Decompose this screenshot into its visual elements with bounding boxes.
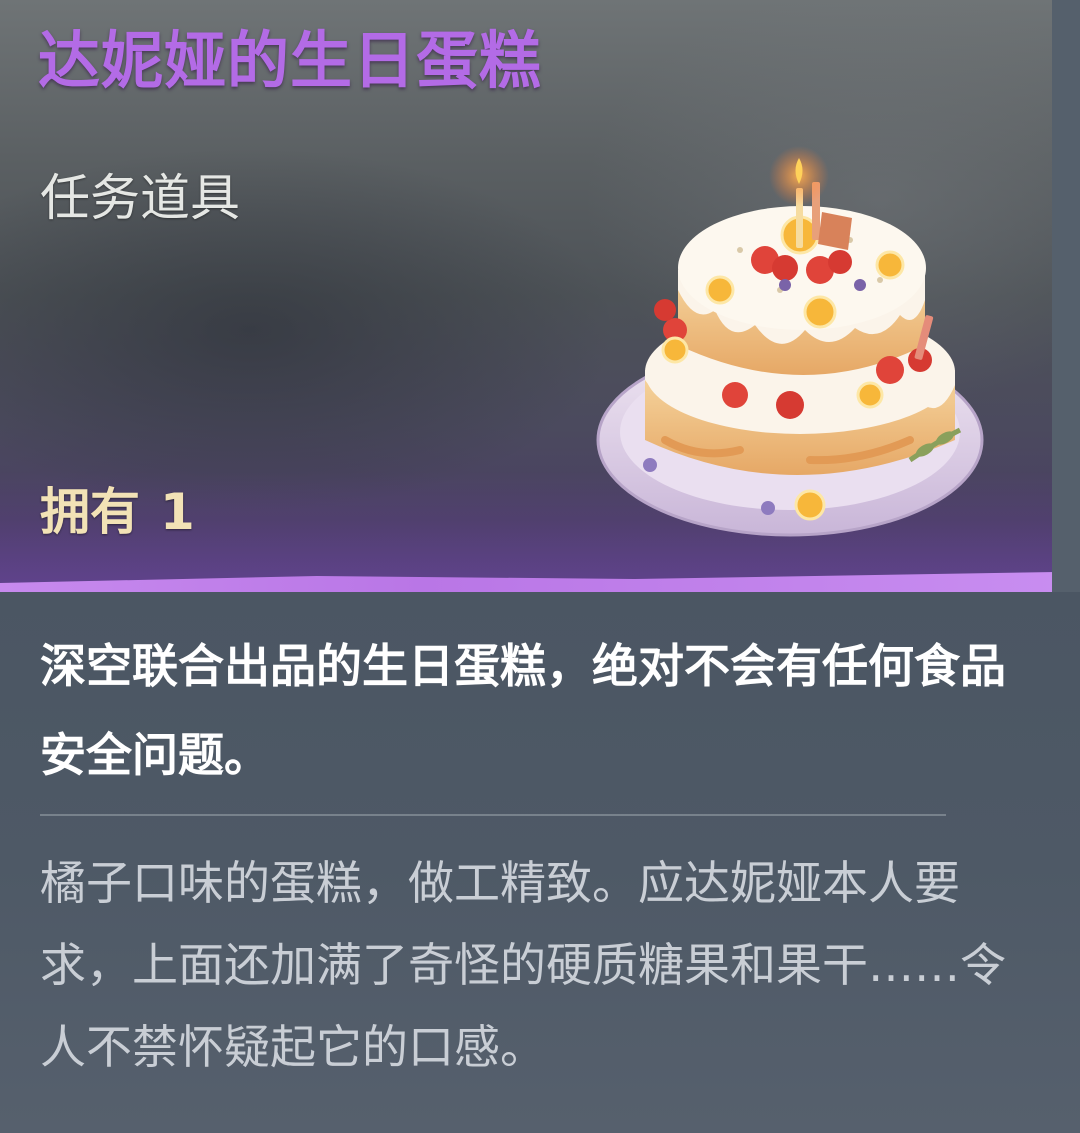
owned-count: 拥有 1: [40, 472, 195, 544]
item-description: 深空联合出品的生日蛋糕，绝对不会有任何食品安全问题。: [40, 639, 1006, 782]
item-body: 深空联合出品的生日蛋糕，绝对不会有任何食品安全问题。 橘子口味的蛋糕，做工精致。…: [0, 592, 1080, 1133]
item-type-label: 任务道具: [40, 169, 240, 227]
item-flavor-text: 橘子口味的蛋糕，做工精致。应达妮娅本人要求，上面还加满了奇怪的硬质糖果和果干………: [40, 856, 1006, 1074]
owned-number: 1: [160, 483, 195, 541]
birthday-cake-icon: [596, 146, 984, 537]
item-title: 达妮娅的生日蛋糕: [38, 24, 543, 97]
header-edge: [1052, 0, 1080, 592]
item-header: 达妮娅的生日蛋糕 任务道具 拥有 1: [0, 0, 1080, 592]
divider: [40, 814, 946, 816]
item-detail-card: 达妮娅的生日蛋糕 任务道具 拥有 1 深空联合出品的生日蛋糕，绝对不会有任何食品…: [0, 0, 1080, 1133]
owned-label: 拥有: [40, 483, 140, 541]
